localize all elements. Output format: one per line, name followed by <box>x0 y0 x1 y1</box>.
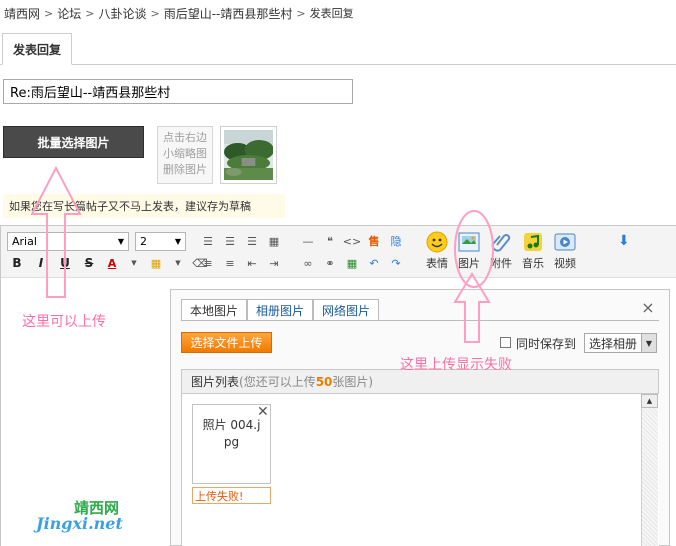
up-arrow-annotation <box>30 165 82 298</box>
annotation-overlay <box>30 165 494 343</box>
watermark-en: Jingxi.net <box>36 514 123 533</box>
right-annotation-text: 这里上传显示失败 <box>400 357 512 373</box>
up-arrow-annotation <box>453 272 491 343</box>
left-annotation-text: 这里可以上传 <box>22 314 106 330</box>
